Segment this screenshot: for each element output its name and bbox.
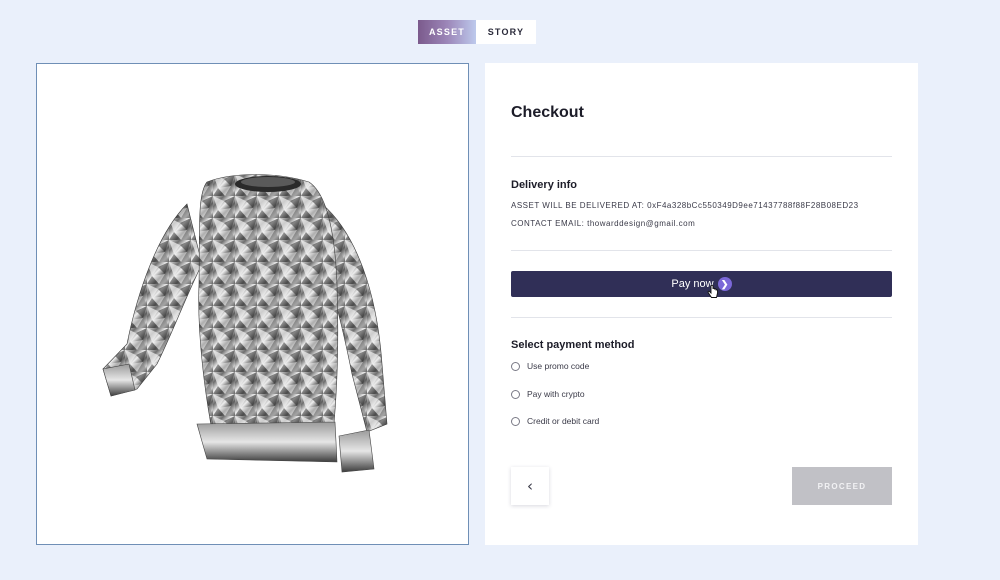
delivery-address-label: ASSET WILL BE DELIVERED AT:	[511, 201, 645, 210]
page-title: Checkout	[511, 104, 584, 121]
delivery-heading: Delivery info	[511, 179, 578, 191]
proceed-button[interactable]: PROCEED	[792, 467, 892, 505]
payment-option-card[interactable]: Credit or debit card	[511, 416, 599, 426]
divider	[511, 250, 892, 251]
tab-story[interactable]: STORY	[476, 20, 536, 44]
radio-button[interactable]	[511, 389, 520, 399]
tab-asset[interactable]: ASSET	[418, 20, 476, 44]
contact-email: CONTACT EMAIL: thowarddesign@gmail.com	[511, 219, 695, 228]
asset-viewer[interactable]	[36, 63, 469, 545]
divider	[511, 156, 892, 157]
payment-option-label: Pay with crypto	[527, 389, 585, 399]
divider	[511, 317, 892, 318]
payment-option-label: Use promo code	[527, 361, 590, 371]
radio-button[interactable]	[511, 416, 520, 426]
payment-option-label: Credit or debit card	[527, 416, 600, 426]
delivery-address: ASSET WILL BE DELIVERED AT: 0xF4a328bCc5…	[511, 201, 859, 210]
hand-cursor-icon	[707, 285, 718, 298]
chevron-right-icon: ❯	[717, 277, 732, 291]
contact-email-value: thowarddesign@gmail.com	[587, 219, 696, 228]
delivery-address-value: 0xF4a328bCc550349D9ee71437788f88F28B08ED…	[647, 201, 859, 210]
radio-button[interactable]	[511, 361, 520, 371]
view-tabs: ASSET STORY	[418, 20, 536, 44]
payment-method-heading: Select payment method	[511, 339, 635, 351]
contact-email-label: CONTACT EMAIL:	[511, 219, 585, 228]
checkout-panel: Checkout Delivery info ASSET WILL BE DEL…	[485, 63, 918, 545]
sweater-image	[102, 174, 388, 473]
chevron-left-icon: ‹	[527, 477, 533, 495]
payment-option-crypto[interactable]: Pay with crypto	[511, 389, 585, 399]
pay-now-button[interactable]: Pay now ❯	[511, 271, 892, 297]
back-button[interactable]: ‹	[511, 467, 549, 505]
payment-option-promo[interactable]: Use promo code	[511, 361, 589, 371]
